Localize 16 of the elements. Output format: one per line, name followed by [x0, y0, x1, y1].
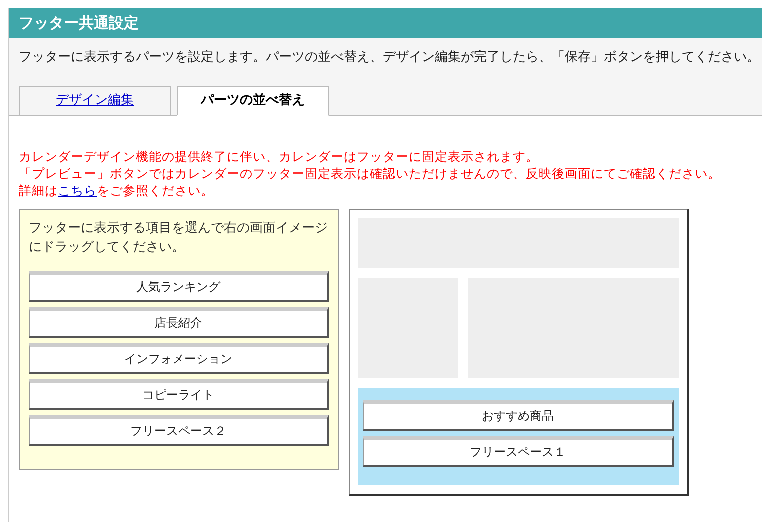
description-text: フッターに表示するパーツを設定します。パーツの並べ替え、デザイン編集が完了したら、「保存」ボタンを押してください。: [18, 49, 761, 67]
notice-text: 「プレビュー」ボタンではカレンダーのフッター固定表示は確認いただけませんので、反映後画面にてご確認ください。: [19, 164, 722, 182]
page-header: フッター共通設定: [9, 8, 762, 38]
part-button[interactable]: 人気ランキング: [29, 270, 329, 302]
part-button[interactable]: コピーライト: [29, 378, 329, 410]
part-button[interactable]: フリースペース２: [29, 414, 329, 446]
part-button[interactable]: フリースペース１: [363, 436, 674, 466]
part-button[interactable]: おすすめ商品: [363, 400, 674, 430]
tab[interactable]: パーツの並べ替え: [177, 86, 329, 116]
part-button[interactable]: 店長紹介: [29, 306, 329, 338]
instruction-text: フッターに表示する項目を選んで右の画面イメージにドラッグしてください。: [29, 220, 329, 256]
tab[interactable]: デザイン編集: [19, 86, 171, 116]
part-button[interactable]: インフォメーション: [29, 342, 329, 374]
details-link[interactable]: こちら: [58, 182, 97, 198]
notice-text: カレンダーデザイン機能の提供終了に伴い、カレンダーはフッターに固定表示されます。: [19, 148, 540, 164]
notice-text: 詳細は こちら をご参照ください。: [19, 182, 215, 198]
